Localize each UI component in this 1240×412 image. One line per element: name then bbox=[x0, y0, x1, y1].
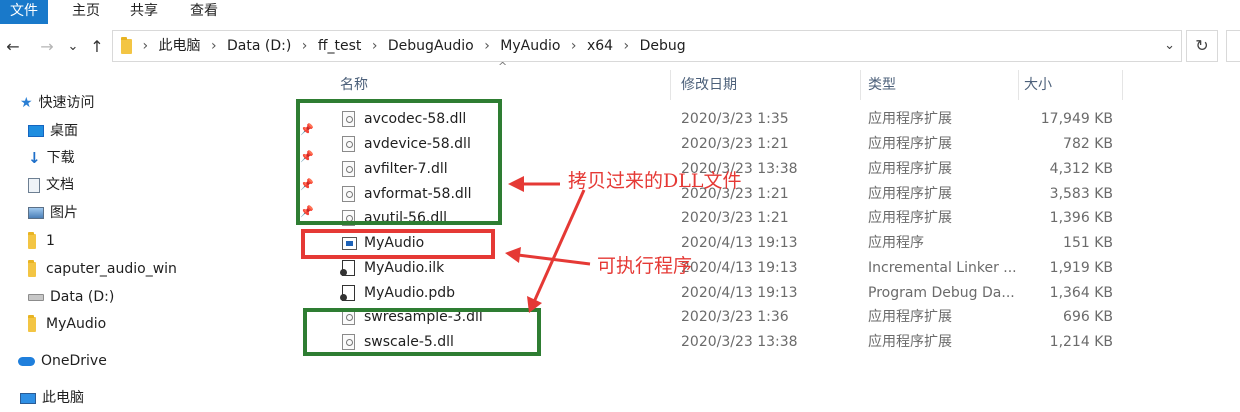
annotation-arrows bbox=[505, 176, 591, 313]
arrow-line-to-swscale bbox=[532, 189, 586, 303]
annotation-label-exe: 可执行程序 bbox=[597, 255, 693, 277]
arrow-head-icon bbox=[505, 247, 521, 263]
annotation-label-dll: 拷贝过来的DLL文件 bbox=[568, 170, 742, 192]
arrow-head-icon bbox=[508, 176, 524, 192]
